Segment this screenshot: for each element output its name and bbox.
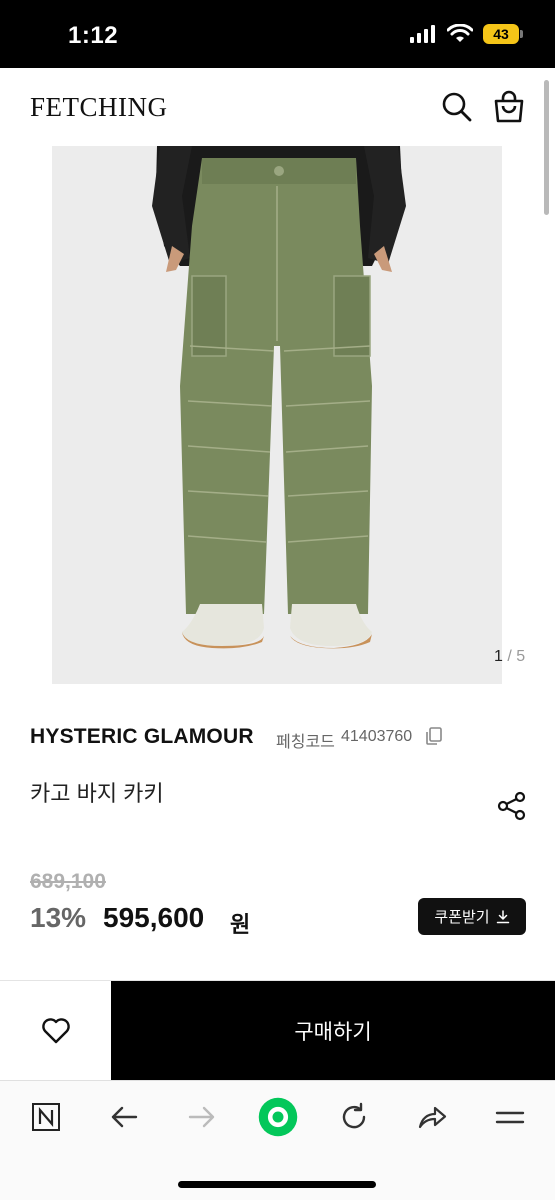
naver-home-button[interactable] (24, 1095, 68, 1139)
shopping-bag-icon (494, 90, 524, 123)
status-indicators: 43 (409, 24, 523, 44)
green-home-button[interactable] (254, 1093, 302, 1141)
buy-button[interactable]: 구매하기 (111, 981, 555, 1081)
forward-arrow-icon (188, 1106, 215, 1128)
signal-icon (410, 25, 435, 43)
naver-n-icon (32, 1103, 60, 1131)
product-code-label: 페칭코드 (276, 734, 335, 751)
home-circle-icon (258, 1097, 298, 1137)
share-button[interactable] (496, 790, 528, 822)
back-arrow-icon (111, 1106, 138, 1128)
wishlist-button[interactable] (0, 981, 111, 1081)
refresh-icon (342, 1102, 366, 1129)
status-time: 1:12 (68, 22, 119, 49)
discount-rate: 13% (30, 902, 87, 933)
product-name: 카고 바지 카키 (30, 781, 164, 806)
status-bar: 1:12 43 (0, 0, 555, 68)
purchase-bar: 구매하기 (0, 980, 555, 1081)
product-image[interactable] (52, 146, 502, 684)
coupon-label: 쿠폰받기 (434, 909, 490, 926)
heart-icon (41, 1018, 70, 1044)
price-currency: 원 (230, 912, 251, 937)
brand-name[interactable]: HYSTERIC GLAMOUR (30, 725, 254, 749)
original-price: 689,100 (30, 870, 106, 893)
cargo-pants-illustration (52, 146, 502, 684)
product-code: 41403760 (341, 728, 413, 745)
menu-button[interactable] (488, 1095, 532, 1139)
back-button[interactable] (102, 1095, 146, 1139)
share-arrow-icon (418, 1106, 447, 1129)
refresh-button[interactable] (332, 1095, 376, 1139)
share-icon (497, 791, 526, 821)
copy-code-button[interactable] (424, 726, 444, 746)
image-total: 5 (516, 648, 526, 665)
search-button[interactable] (440, 90, 474, 124)
image-counter: 1 / 5 (494, 648, 525, 666)
image-separator: / (502, 648, 517, 665)
share-page-button[interactable] (410, 1095, 454, 1139)
sale-price: 595,600 (103, 902, 205, 933)
coupon-download-button[interactable]: 쿠폰받기 (418, 898, 526, 935)
home-indicator[interactable] (178, 1181, 376, 1188)
site-header: FETCHING (0, 68, 555, 146)
fetching-logo[interactable]: FETCHING (30, 92, 168, 123)
search-icon (442, 92, 472, 122)
copy-icon (426, 727, 442, 745)
download-icon (496, 909, 509, 923)
scroll-indicator (544, 80, 549, 215)
wifi-icon (447, 24, 473, 42)
image-current: 1 (494, 648, 503, 665)
cart-button[interactable] (492, 90, 526, 124)
battery-icon: 43 (483, 24, 523, 44)
forward-button[interactable] (180, 1095, 224, 1139)
menu-icon (495, 1111, 525, 1124)
